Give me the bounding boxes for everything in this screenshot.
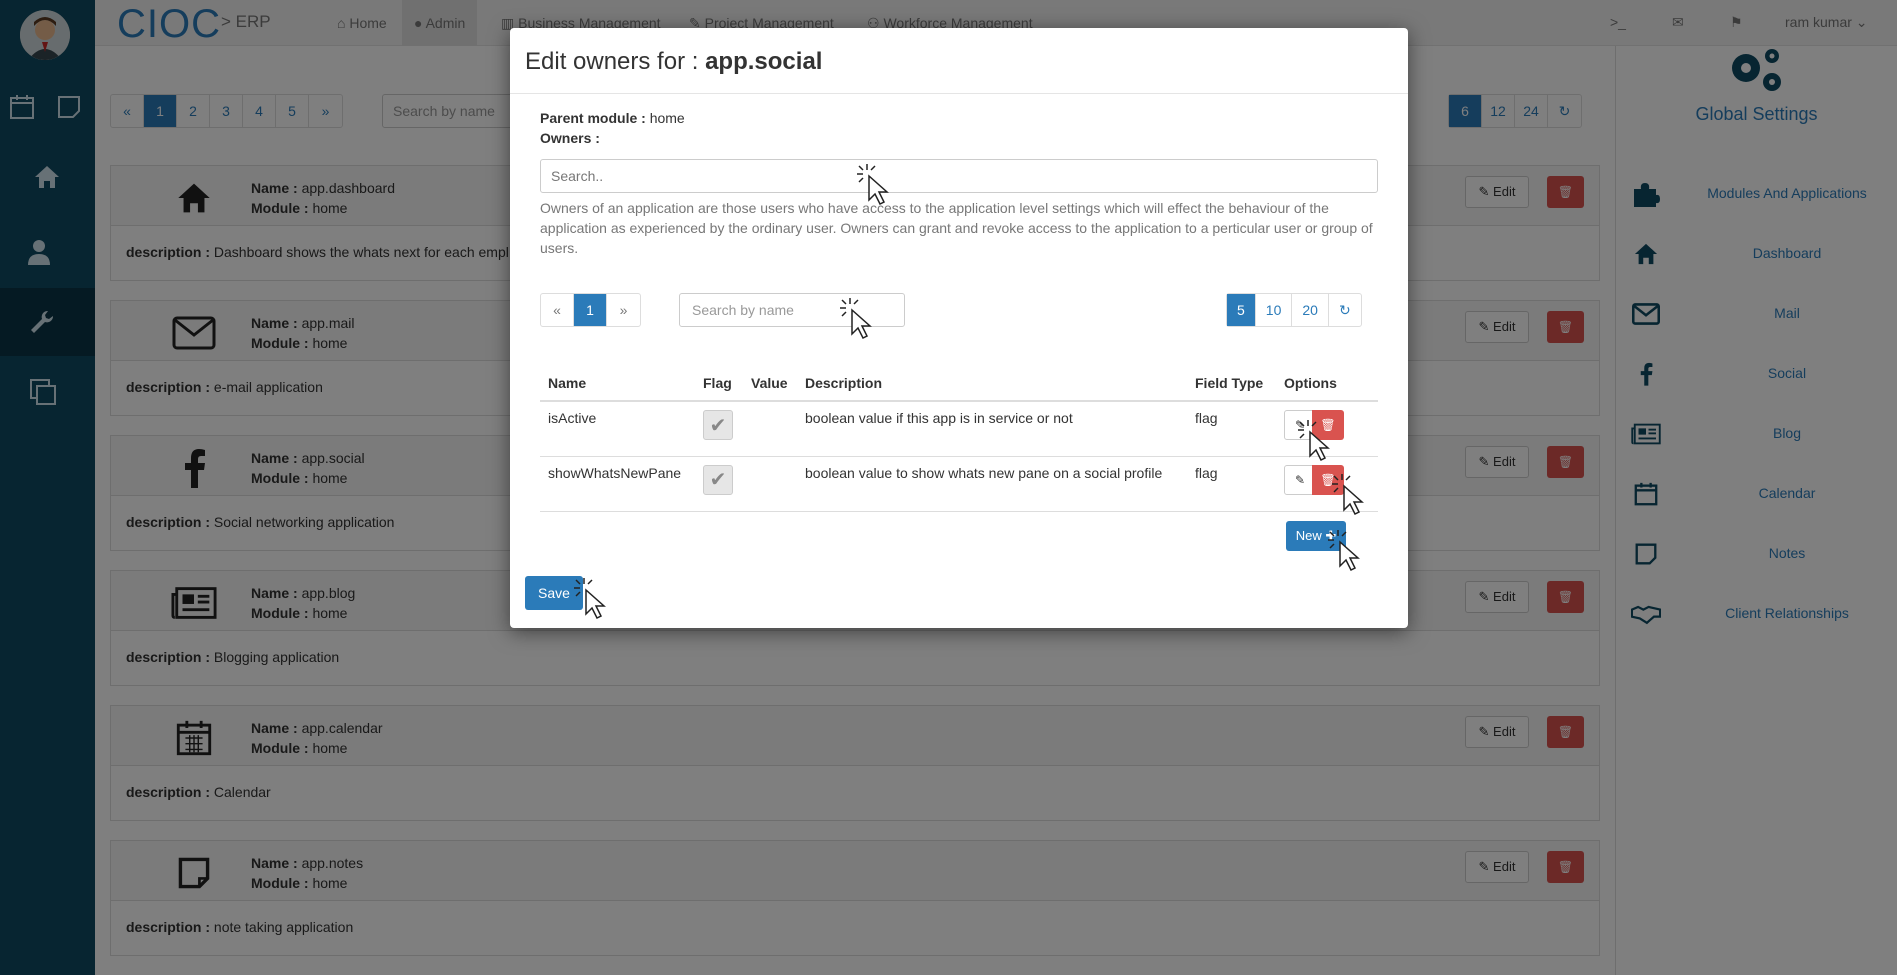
cursor-icon bbox=[1298, 420, 1330, 462]
row-name: showWhatsNewPane bbox=[540, 456, 695, 512]
modal-header: Edit owners for : app.social bbox=[510, 28, 1408, 94]
pencil-icon: ✎ bbox=[1294, 472, 1306, 487]
modal-page-size: 5 10 20 ↻ bbox=[1226, 293, 1362, 327]
cursor-icon bbox=[857, 164, 889, 206]
owners-help-text: Owners of an application are those users… bbox=[540, 200, 1373, 256]
row-value bbox=[743, 456, 797, 512]
owners-search-input[interactable]: Search.. bbox=[540, 159, 1378, 193]
modal-title-app: app.social bbox=[705, 48, 823, 75]
flag-cell: ✔ bbox=[695, 456, 743, 512]
parent-module-line: Parent module : home bbox=[540, 110, 685, 126]
row-field-type: flag bbox=[1187, 456, 1276, 512]
col-name: Name bbox=[540, 365, 695, 402]
row-value bbox=[743, 401, 797, 457]
row-description: boolean value if this app is in service … bbox=[797, 401, 1187, 457]
parent-module-value: home bbox=[649, 110, 685, 126]
col-flag: Flag bbox=[695, 365, 743, 402]
cursor-icon bbox=[840, 298, 872, 340]
size-20[interactable]: 20 bbox=[1292, 294, 1329, 326]
page-next[interactable]: » bbox=[607, 294, 640, 326]
flag-checkbox[interactable]: ✔ bbox=[703, 464, 733, 495]
table-row: showWhatsNewPane ✔ boolean value to show… bbox=[540, 456, 1378, 512]
modal-title: Edit owners for : app.social bbox=[525, 48, 822, 76]
flag-cell: ✔ bbox=[695, 401, 743, 457]
cursor-icon bbox=[574, 578, 606, 620]
row-field-type: flag bbox=[1187, 401, 1276, 457]
col-value: Value bbox=[743, 365, 797, 402]
new-label: New bbox=[1295, 528, 1322, 543]
cursor-icon bbox=[1328, 530, 1360, 572]
owners-label: Owners : bbox=[540, 130, 600, 146]
col-field-type: Field Type bbox=[1187, 365, 1276, 402]
check-icon: ✔ bbox=[709, 414, 727, 437]
table-row: isActive ✔ boolean value if this app is … bbox=[540, 401, 1378, 457]
parent-module-label: Parent module : bbox=[540, 110, 646, 126]
edit-owners-modal: Edit owners for : app.social Parent modu… bbox=[510, 28, 1408, 628]
size-10[interactable]: 10 bbox=[1256, 294, 1293, 326]
refresh-icon[interactable]: ↻ bbox=[1329, 294, 1361, 326]
cursor-icon bbox=[1332, 474, 1364, 516]
col-options: Options bbox=[1276, 365, 1378, 402]
modal-pagination: « 1 » bbox=[540, 293, 641, 327]
row-description: boolean value to show whats new pane on … bbox=[797, 456, 1187, 512]
owners-line: Owners : bbox=[540, 130, 600, 146]
settings-table: Name Flag Value Description Field Type O… bbox=[540, 365, 1378, 512]
size-5[interactable]: 5 bbox=[1227, 294, 1256, 326]
check-icon: ✔ bbox=[709, 469, 727, 491]
flag-checkbox[interactable]: ✔ bbox=[703, 410, 733, 440]
modal-title-prefix: Edit owners for : bbox=[525, 48, 699, 75]
row-name: isActive bbox=[540, 401, 695, 457]
page-prev[interactable]: « bbox=[541, 294, 574, 326]
page-1[interactable]: 1 bbox=[574, 294, 607, 326]
col-description: Description bbox=[797, 365, 1187, 402]
